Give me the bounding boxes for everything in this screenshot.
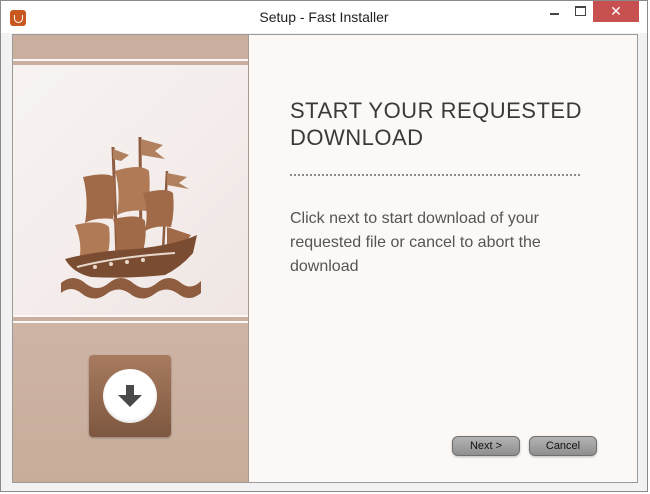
title-bar: Setup - Fast Installer ✕ [1, 1, 647, 33]
sidebar [13, 35, 249, 482]
description-text: Click next to start download of your req… [290, 210, 541, 275]
download-tile [89, 355, 171, 437]
download-arrow-icon [103, 369, 157, 423]
close-icon[interactable]: ✕ [593, 1, 639, 22]
next-button[interactable]: Next > [452, 436, 520, 456]
sidebar-top-band [13, 35, 248, 59]
main-panel: START YOUR REQUESTED DOWNLOAD Click next… [249, 35, 637, 482]
page-title: START YOUR REQUESTED DOWNLOAD [290, 98, 582, 150]
pirate-ship-icon [61, 136, 201, 299]
minimize-icon[interactable] [541, 1, 567, 21]
window-controls: ✕ [541, 1, 639, 22]
sidebar-stripe [13, 317, 248, 321]
cancel-button[interactable]: Cancel [529, 436, 597, 456]
dotted-divider [290, 174, 580, 176]
sidebar-logo-panel [13, 65, 248, 315]
installer-content: START YOUR REQUESTED DOWNLOAD Click next… [12, 34, 638, 483]
maximize-icon[interactable] [567, 1, 593, 21]
setup-window: Setup - Fast Installer ✕ START YOUR REQU… [0, 0, 648, 492]
